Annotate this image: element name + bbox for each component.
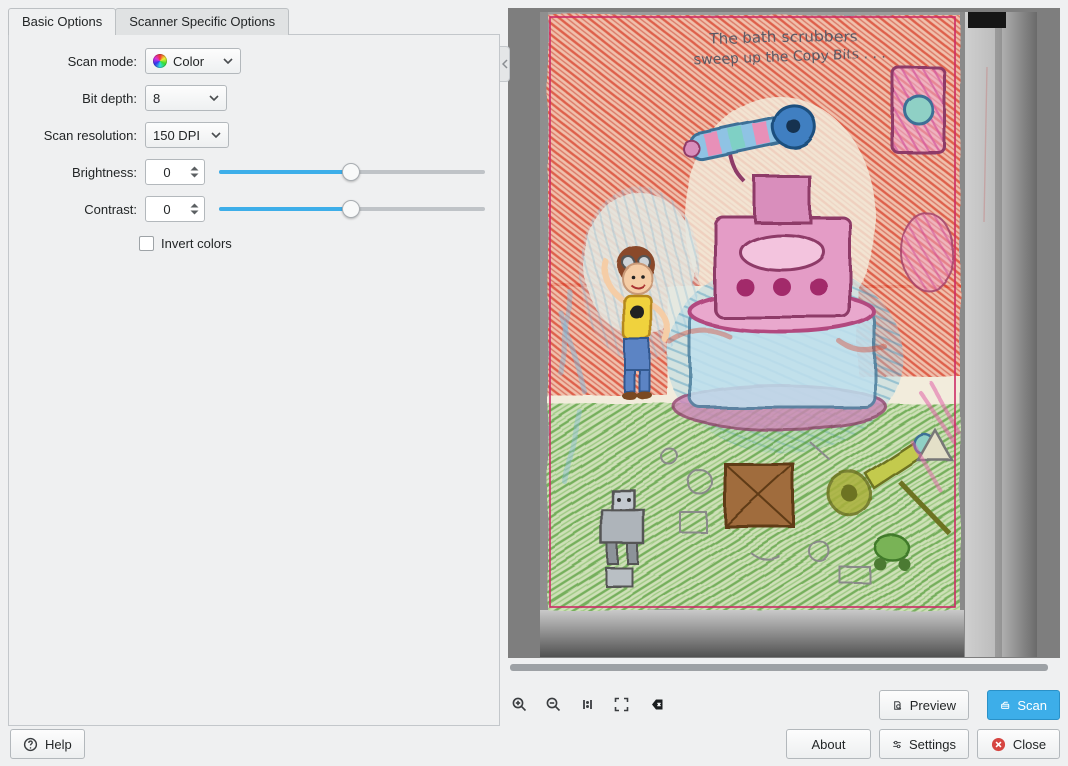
zoom-actual-size-icon (579, 696, 596, 713)
slider-fill (219, 207, 351, 211)
spin-up-icon[interactable] (190, 203, 199, 208)
clear-selections-button[interactable] (642, 691, 668, 717)
help-button[interactable]: Help (10, 729, 85, 759)
close-button-label: Close (1013, 737, 1046, 752)
splitter-handle[interactable] (500, 46, 510, 82)
brightness-slider-handle[interactable] (342, 163, 360, 181)
close-icon (991, 737, 1006, 752)
preview-document-icon (892, 698, 903, 713)
brightness-slider[interactable] (219, 163, 485, 181)
zoom-out-button[interactable] (540, 691, 566, 717)
preview-area[interactable]: The bath scrubbers sweep up the Copy Bit… (508, 8, 1060, 658)
scan-mode-value: Color (173, 54, 217, 69)
about-button-label: About (812, 737, 846, 752)
spin-up-icon[interactable] (190, 166, 199, 171)
zoom-toolbar (506, 691, 668, 717)
preview-button-label: Preview (910, 698, 956, 713)
brightness-label: Brightness: (9, 165, 137, 180)
contrast-spinbox[interactable]: 0 (145, 196, 205, 222)
scan-options-form: Scan mode: Color Bit depth: 8 Scan resol… (9, 35, 499, 254)
spin-down-icon[interactable] (190, 210, 199, 215)
color-mode-icon (153, 54, 167, 68)
invert-colors-label: Invert colors (161, 236, 232, 251)
close-button[interactable]: Close (977, 729, 1060, 759)
about-button[interactable]: About (786, 729, 871, 759)
settings-sliders-icon (892, 737, 902, 752)
chevron-down-icon (209, 95, 219, 101)
bit-depth-label: Bit depth: (9, 91, 137, 106)
scan-mode-label: Scan mode: (9, 54, 137, 69)
contrast-slider[interactable] (219, 200, 485, 218)
scan-resolution-value: 150 DPI (153, 128, 205, 143)
collapse-left-icon (502, 59, 508, 69)
contrast-label: Contrast: (9, 202, 137, 217)
preview-horizontal-scrollbar[interactable] (508, 663, 1060, 672)
scan-icon (1000, 698, 1010, 713)
zoom-fit-button[interactable] (608, 691, 634, 717)
bit-depth-row: Bit depth: 8 (9, 84, 487, 112)
zoom-in-icon (511, 696, 528, 713)
chevron-down-icon (223, 58, 233, 64)
zoom-out-icon (545, 696, 562, 713)
tab-basic-options[interactable]: Basic Options (8, 8, 116, 35)
contrast-row: Contrast: 0 (9, 195, 487, 223)
brightness-row: Brightness: 0 (9, 158, 487, 186)
scan-mode-row: Scan mode: Color (9, 47, 487, 75)
help-button-label: Help (45, 737, 72, 752)
scan-button[interactable]: Scan (987, 690, 1060, 720)
clear-selections-icon (646, 696, 665, 713)
zoom-actual-size-button[interactable] (574, 691, 600, 717)
scan-mode-select[interactable]: Color (145, 48, 241, 74)
tab-scanner-specific-options[interactable]: Scanner Specific Options (115, 8, 289, 35)
settings-button-label: Settings (909, 737, 956, 752)
scan-resolution-label: Scan resolution: (9, 128, 137, 143)
invert-colors-checkbox[interactable] (139, 236, 154, 251)
scrollbar-thumb[interactable] (510, 664, 1048, 671)
options-tabbar: Basic Options Scanner Specific Options (8, 8, 288, 35)
help-icon (23, 737, 38, 752)
zoom-fit-icon (613, 696, 630, 713)
contrast-slider-handle[interactable] (342, 200, 360, 218)
slider-fill (219, 170, 351, 174)
chevron-down-icon (211, 132, 221, 138)
brightness-value: 0 (146, 165, 188, 180)
zoom-in-button[interactable] (506, 691, 532, 717)
contrast-value: 0 (146, 202, 188, 217)
scan-resolution-row: Scan resolution: 150 DPI (9, 121, 487, 149)
scan-button-label: Scan (1017, 698, 1047, 713)
bit-depth-value: 8 (153, 91, 203, 106)
settings-button[interactable]: Settings (879, 729, 969, 759)
spin-down-icon[interactable] (190, 173, 199, 178)
preview-button[interactable]: Preview (879, 690, 969, 720)
invert-colors-row: Invert colors (139, 232, 487, 254)
bit-depth-select[interactable]: 8 (145, 85, 227, 111)
scanned-image[interactable]: The bath scrubbers sweep up the Copy Bit… (540, 12, 1037, 657)
brightness-spinbox[interactable]: 0 (145, 159, 205, 185)
basic-options-panel: Scan mode: Color Bit depth: 8 Scan resol… (8, 34, 500, 726)
scan-resolution-select[interactable]: 150 DPI (145, 122, 229, 148)
